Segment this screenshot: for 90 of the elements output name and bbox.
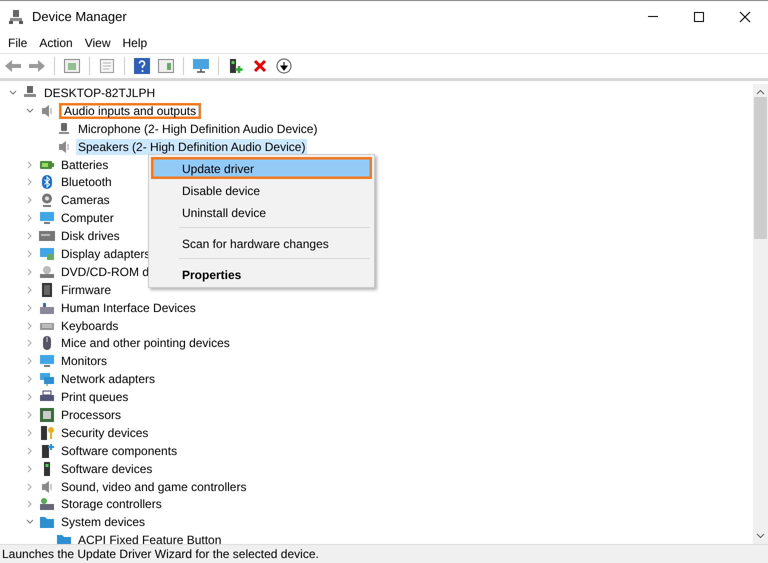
tree-item[interactable]: ACPI Fixed Feature Button <box>76 532 224 544</box>
tree-item[interactable]: Display adapters <box>59 246 152 262</box>
chevron-right-icon <box>27 304 33 312</box>
tree-item[interactable]: Security devices <box>59 424 150 441</box>
tree-item[interactable]: Print queues <box>59 389 130 406</box>
tree-item[interactable]: Monitors <box>59 353 110 370</box>
display-adapter-icon <box>39 246 55 262</box>
chevron-right-icon <box>27 500 33 508</box>
scroll-up-icon[interactable] <box>756 89 765 95</box>
chevron-right-icon <box>27 393 33 402</box>
chevron-right-icon <box>27 339 33 348</box>
chevron-right-icon <box>27 286 33 294</box>
network-icon <box>39 371 55 388</box>
tree-item[interactable]: DVD/CD-ROM d <box>59 264 152 280</box>
monitor-icon <box>39 210 55 226</box>
component-icon <box>39 442 55 459</box>
download-icon[interactable] <box>274 56 294 76</box>
tree-item[interactable]: Mice and other pointing devices <box>59 335 232 352</box>
tree-item[interactable]: Bluetooth <box>59 174 114 190</box>
tree-item[interactable]: Storage controllers <box>59 496 164 512</box>
tree-item[interactable]: Disk drives <box>59 228 122 244</box>
tree-item[interactable]: Batteries <box>59 156 110 172</box>
minimize-icon <box>648 16 658 17</box>
chevron-right-icon <box>27 464 33 473</box>
maximize-icon <box>693 10 705 22</box>
microphone-icon <box>56 120 72 137</box>
help-icon[interactable] <box>132 56 152 76</box>
menu-item[interactable]: Uninstall device <box>151 201 372 223</box>
menu-item[interactable]: Scan for hardware changes <box>151 232 372 254</box>
tree-item[interactable]: DESKTOP-82TJLPH <box>42 84 158 101</box>
key-icon <box>39 424 55 441</box>
chevron-right-icon <box>27 268 33 276</box>
tree-item[interactable]: Computer <box>59 210 116 226</box>
tree-item[interactable]: Keyboards <box>59 318 120 334</box>
tree-item[interactable]: Firmware <box>59 282 113 298</box>
tree-item[interactable]: Cameras <box>59 192 112 208</box>
scroll-down-icon[interactable] <box>756 533 765 539</box>
tree-item[interactable]: Audio inputs and outputs <box>59 102 202 119</box>
scrollbar[interactable] <box>753 84 768 544</box>
menu-item[interactable]: File <box>2 32 34 52</box>
chevron-right-icon <box>27 178 33 186</box>
tree-item[interactable]: Speakers (2- High Definition Audio Device) <box>76 138 308 155</box>
window-title: Device Manager <box>32 8 127 26</box>
menu-item[interactable]: Help <box>116 32 154 52</box>
speaker-icon <box>39 102 55 119</box>
processor-icon <box>39 406 55 423</box>
window-icon[interactable] <box>62 56 82 76</box>
computer-icon <box>8 8 24 24</box>
close-icon <box>739 10 751 22</box>
tree-item[interactable]: Microphone (2- High Definition Audio Device) <box>76 120 320 137</box>
tree-item[interactable]: Software components <box>59 442 180 459</box>
speaker-icon <box>39 478 55 495</box>
speaker-icon <box>56 138 72 155</box>
menu-item[interactable]: Disable device <box>151 179 372 201</box>
chevron-down-icon <box>26 519 34 526</box>
monitor-icon <box>39 353 55 370</box>
chevron-right-icon <box>27 214 33 222</box>
chip-icon <box>39 282 55 298</box>
chevron-right-icon <box>27 357 33 366</box>
window-icon[interactable] <box>156 56 176 76</box>
document-icon[interactable] <box>97 56 117 76</box>
status-text: Launches the Update Driver Wizard for the selected device. <box>2 546 319 563</box>
chevron-down-icon <box>26 108 34 114</box>
tree-item[interactable]: Software devices <box>59 460 154 477</box>
chevron-right-icon <box>27 375 33 384</box>
chevron-right-icon <box>27 322 33 330</box>
storage-icon <box>39 496 55 512</box>
chevron-right-icon <box>27 482 33 491</box>
folder-icon <box>39 514 55 530</box>
chevron-right-icon <box>27 160 33 168</box>
menu-item[interactable]: Properties <box>151 263 372 285</box>
menu-item[interactable]: Action <box>33 32 79 52</box>
disc-drive-icon <box>39 264 55 280</box>
menu-item[interactable]: View <box>78 32 116 52</box>
chevron-down-icon <box>9 90 17 96</box>
tree-item[interactable]: Network adapters <box>59 371 158 388</box>
chevron-right-icon <box>27 446 33 455</box>
monitor-icon[interactable] <box>191 56 211 76</box>
chevron-right-icon <box>27 428 33 437</box>
chevron-right-icon <box>27 196 33 204</box>
menu-item[interactable]: Update driver <box>151 157 372 179</box>
chevron-right-icon <box>27 232 33 240</box>
chevron-right-icon <box>27 410 33 419</box>
tree-item[interactable]: System devices <box>59 514 148 530</box>
camera-icon <box>39 192 55 208</box>
tree-item[interactable]: Processors <box>59 406 124 423</box>
tree-item[interactable]: Human Interface Devices <box>59 300 198 316</box>
bluetooth-icon <box>39 174 55 190</box>
chevron-right-icon <box>27 250 33 258</box>
tree-item[interactable]: Sound, video and game controllers <box>59 478 248 495</box>
